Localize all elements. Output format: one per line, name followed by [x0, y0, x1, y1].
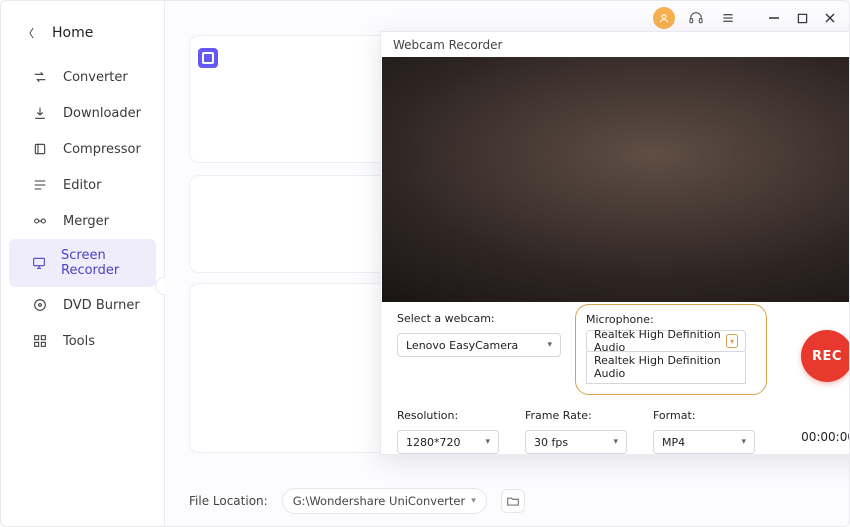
webcam-select-value: Lenovo EasyCamera	[406, 339, 518, 352]
account-avatar-icon[interactable]	[653, 7, 675, 29]
format-label: Format:	[653, 409, 755, 422]
download-icon	[31, 104, 49, 122]
record-button-label: REC	[812, 349, 842, 364]
webcam-select-group: Select a webcam: Lenovo EasyCamera ▾	[397, 312, 561, 357]
sidebar-item-merger[interactable]: Merger	[9, 203, 156, 239]
maximize-button[interactable]	[793, 9, 811, 27]
merger-icon	[31, 212, 49, 230]
webcam-preview	[382, 57, 850, 302]
webcam-select[interactable]: Lenovo EasyCamera ▾	[397, 333, 561, 357]
webcam-select-label: Select a webcam:	[397, 312, 561, 325]
compressor-icon	[31, 140, 49, 158]
sidebar-item-dvd-burner[interactable]: DVD Burner	[9, 287, 156, 323]
close-window-button[interactable]	[821, 9, 839, 27]
chevron-down-icon: ▾	[613, 437, 618, 447]
modal-title: Webcam Recorder	[393, 38, 502, 52]
controls-row-2: Resolution: 1280*720 ▾ Frame Rate: 30 fp…	[397, 409, 850, 454]
chevron-down-icon: ▾	[485, 437, 490, 447]
file-location-label: File Location:	[189, 494, 268, 508]
sidebar-nav: Converter Downloader Compressor Editor	[1, 59, 164, 359]
support-icon[interactable]	[685, 7, 707, 29]
microphone-select-group: Microphone: Realtek High Definition Audi…	[575, 304, 767, 395]
recorder-tile-icon	[198, 48, 218, 68]
screen-recorder-icon	[31, 254, 47, 272]
sidebar: 〈 Home Converter Downloader Compressor	[1, 1, 165, 526]
menu-icon[interactable]	[717, 7, 739, 29]
main-area: Search Audio Recorder File Location: G:\…	[165, 1, 849, 526]
framerate-select[interactable]: 30 fps ▾	[525, 430, 627, 454]
chevron-left-icon: 〈	[23, 25, 34, 41]
format-select[interactable]: MP4 ▾	[653, 430, 755, 454]
microphone-label: Microphone:	[586, 313, 746, 326]
chevron-down-icon: ▾	[547, 340, 552, 350]
footer-bar: File Location: G:\Wondershare UniConvert…	[189, 488, 825, 514]
sidebar-item-screen-recorder[interactable]: Screen Recorder	[9, 239, 156, 287]
sidebar-item-label: Compressor	[63, 142, 141, 157]
framerate-group: Frame Rate: 30 fps ▾	[525, 409, 627, 454]
sidebar-item-compressor[interactable]: Compressor	[9, 131, 156, 167]
sidebar-item-label: DVD Burner	[63, 298, 140, 313]
microphone-select-value: Realtek High Definition Audio	[594, 328, 726, 354]
sidebar-item-label: Editor	[63, 178, 101, 193]
sidebar-item-editor[interactable]: Editor	[9, 167, 156, 203]
dvd-icon	[31, 296, 49, 314]
sidebar-item-label: Merger	[63, 214, 109, 229]
controls-row-1: Select a webcam: Lenovo EasyCamera ▾ Mic…	[397, 312, 850, 395]
titlebar	[165, 1, 849, 35]
record-timer: 00:00:00	[801, 430, 850, 444]
sidebar-item-label: Screen Recorder	[61, 248, 142, 278]
resolution-label: Resolution:	[397, 409, 499, 422]
app-window: 〈 Home Converter Downloader Compressor	[0, 0, 850, 527]
file-location-value: G:\Wondershare UniConverter	[293, 494, 466, 508]
chevron-down-icon: ▾	[471, 496, 476, 506]
record-button[interactable]: REC	[801, 330, 850, 382]
converter-icon	[31, 68, 49, 86]
minimize-button[interactable]	[765, 9, 783, 27]
back-home[interactable]: 〈 Home	[1, 19, 164, 59]
chevron-down-icon[interactable]: ▾	[726, 334, 738, 348]
sidebar-item-label: Downloader	[63, 106, 141, 121]
microphone-select[interactable]: Realtek High Definition Audio ▾	[586, 330, 746, 352]
open-folder-button[interactable]	[501, 489, 525, 513]
resolution-select[interactable]: 1280*720 ▾	[397, 430, 499, 454]
format-value: MP4	[662, 436, 685, 449]
modal-controls: Select a webcam: Lenovo EasyCamera ▾ Mic…	[381, 302, 850, 454]
sidebar-item-downloader[interactable]: Downloader	[9, 95, 156, 131]
microphone-dropdown-list: Realtek High Definition Audio	[586, 351, 746, 384]
resolution-group: Resolution: 1280*720 ▾	[397, 409, 499, 454]
framerate-value: 30 fps	[534, 436, 568, 449]
file-location-select[interactable]: G:\Wondershare UniConverter ▾	[282, 488, 487, 514]
format-group: Format: MP4 ▾	[653, 409, 755, 454]
sidebar-item-label: Converter	[63, 70, 128, 85]
resolution-value: 1280*720	[406, 436, 461, 449]
sidebar-item-tools[interactable]: Tools	[9, 323, 156, 359]
home-label: Home	[52, 25, 93, 41]
tools-icon	[31, 332, 49, 350]
microphone-option[interactable]: Realtek High Definition Audio	[594, 354, 738, 380]
editor-icon	[31, 176, 49, 194]
modal-header: Webcam Recorder	[381, 32, 850, 57]
chevron-down-icon: ▾	[741, 437, 746, 447]
sidebar-item-label: Tools	[63, 334, 95, 349]
sidebar-item-converter[interactable]: Converter	[9, 59, 156, 95]
webcam-recorder-modal: Webcam Recorder Select a webcam: Lenovo …	[380, 31, 850, 455]
framerate-label: Frame Rate:	[525, 409, 627, 422]
